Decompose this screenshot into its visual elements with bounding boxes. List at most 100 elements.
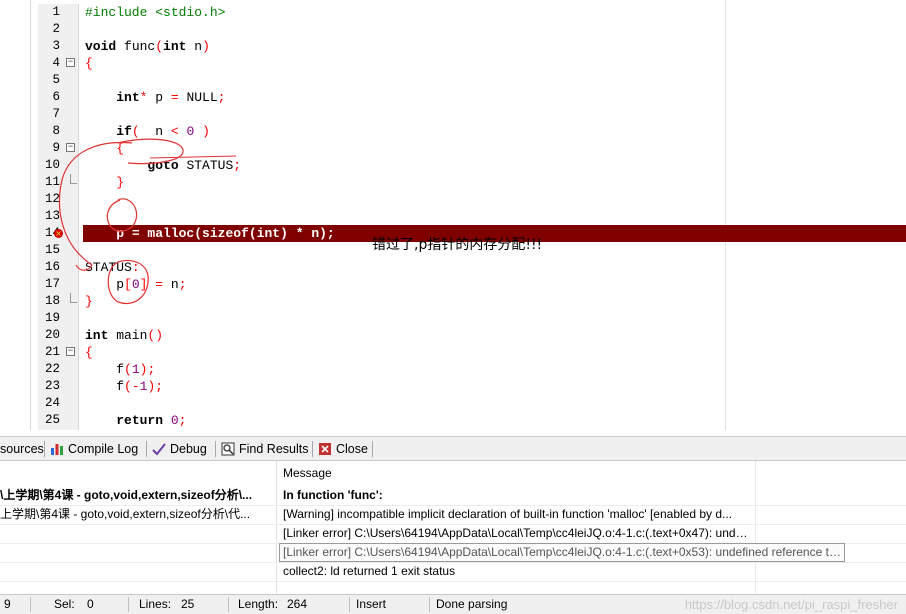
compiler-message-panel[interactable]: Message \上学期\第4课 - goto,void,extern,size… [0, 460, 906, 594]
code-line[interactable]: 5 [38, 72, 906, 89]
code-token: main [108, 328, 148, 343]
code-line[interactable]: 25 return 0; [38, 412, 906, 429]
code-line[interactable]: 19 [38, 310, 906, 327]
code-line[interactable]: 23 f(-1); [38, 378, 906, 395]
code-token: 1 [131, 362, 140, 377]
tab-resources[interactable]: sources [0, 440, 44, 459]
code-token: int [163, 39, 187, 54]
code-token: ; [178, 277, 187, 292]
line-number: 24 [44, 396, 60, 410]
message-row[interactable]: [Linker error] C:\Users\64194\AppData\Lo… [0, 524, 906, 544]
line-number: 25 [44, 413, 60, 427]
code-token: ; [217, 90, 226, 105]
message-text: In function 'func': [283, 488, 383, 502]
code-token: f [85, 362, 125, 377]
code-token: { [116, 141, 125, 156]
error-marker-icon[interactable]: × [54, 229, 63, 238]
code-line[interactable]: 21− { [38, 344, 906, 361]
code-line[interactable]: 4− { [38, 55, 906, 72]
code-text: f(-1); [85, 378, 163, 395]
code-line[interactable]: 20 int main() [38, 327, 906, 344]
line-number: 1 [52, 5, 60, 19]
bottom-tab-bar: sources Compile Log Debug Find Results C… [0, 436, 906, 461]
code-line[interactable]: 24 [38, 395, 906, 412]
code-text: return 0; [85, 412, 186, 429]
code-line[interactable]: 16 STATUS: [38, 259, 906, 276]
code-token: return [116, 413, 164, 428]
message-row[interactable]: 上学期\第4课 - goto,void,extern,sizeof分析\代...… [0, 505, 906, 525]
close-icon [319, 443, 331, 455]
message-file: \上学期\第4课 - goto,void,extern,sizeof分析\... [0, 488, 253, 502]
tab-divider [312, 441, 313, 457]
code-line[interactable]: 9− { [38, 140, 906, 157]
code-line[interactable]: 3 void func(int n) [38, 38, 906, 55]
code-token: () [147, 328, 164, 343]
status-divider [429, 597, 430, 612]
code-token: [ [124, 277, 132, 292]
code-line[interactable]: 11 } [38, 174, 906, 191]
code-token: ) [202, 124, 210, 139]
message-row-selected[interactable]: [Linker error] C:\Users\64194\AppData\Lo… [0, 543, 906, 563]
fold-collapse-icon[interactable]: − [66, 347, 75, 356]
code-line[interactable]: 1 #include <stdio.h> [38, 4, 906, 21]
code-line[interactable]: 17 p[0] = n; [38, 276, 906, 293]
code-line[interactable]: 7 [38, 106, 906, 123]
code-token: { [85, 56, 93, 71]
status-parse-state: Done parsing [436, 597, 508, 611]
status-bar: 9 Sel: 0 Lines: 25 Length: 264 Insert Do… [0, 594, 906, 614]
line-number: 2 [52, 22, 60, 36]
message-row[interactable]: collect2: ld returned 1 exit status [0, 562, 906, 582]
code-line[interactable]: 12 [38, 191, 906, 208]
find-icon [221, 442, 235, 456]
code-token: ) [202, 39, 210, 54]
line-number: 5 [52, 73, 60, 87]
code-line[interactable]: 2 [38, 21, 906, 38]
tab-close[interactable]: Close [318, 440, 368, 459]
line-number: 15 [44, 243, 60, 257]
tab-divider [372, 441, 373, 457]
code-editor[interactable]: 1 #include <stdio.h> 2 3 void func(int n) 4−{… [0, 0, 906, 430]
code-token: } [116, 175, 125, 190]
code-token: goto [147, 158, 179, 173]
status-sel-label: Sel: [54, 597, 75, 611]
chart-icon [51, 444, 63, 455]
code-line[interactable]: 6 int* p = NULL; [38, 89, 906, 106]
code-text: goto STATUS; [85, 157, 241, 174]
code-token: malloc [139, 226, 195, 241]
code-line[interactable]: 18} [38, 293, 906, 310]
code-text: } [85, 293, 93, 310]
tab-compile-log[interactable]: Compile Log [50, 440, 138, 459]
tab-debug[interactable]: Debug [152, 440, 207, 459]
message-text: [Linker error] C:\Users\64194\AppData\Lo… [279, 543, 845, 562]
message-text: [Linker error] C:\Users\64194\AppData\Lo… [283, 526, 753, 540]
code-token: if [116, 124, 132, 139]
status-length-label: Length: [238, 597, 279, 611]
code-token: * [295, 226, 304, 241]
code-line[interactable]: 8 if( n < 0 ) [38, 123, 906, 140]
code-line[interactable]: 13 [38, 208, 906, 225]
check-icon [152, 443, 166, 456]
watermark-text: https://blog.csdn.net/pi_raspi_fresher [684, 597, 898, 612]
code-line[interactable]: 22 f(1); [38, 361, 906, 378]
line-number: 23 [44, 379, 60, 393]
code-text: STATUS: [85, 259, 140, 276]
message-column-header[interactable]: Message [283, 466, 332, 480]
message-text: collect2: ld returned 1 exit status [283, 564, 456, 578]
code-token: #include <stdio.h> [85, 5, 226, 20]
code-text: void func(int n) [85, 38, 210, 55]
code-token: ; [178, 413, 187, 428]
code-line[interactable]: 10 goto STATUS; [38, 157, 906, 174]
code-text: int main() [85, 327, 163, 344]
code-token: 0 [131, 277, 140, 292]
tab-compile-log-label: Compile Log [68, 442, 139, 456]
fold-collapse-icon[interactable]: − [66, 143, 75, 152]
code-token: n [186, 39, 203, 54]
tab-find-results[interactable]: Find Results [221, 440, 308, 459]
message-row[interactable]: \上学期\第4课 - goto,void,extern,sizeof分析\...… [0, 486, 906, 506]
tab-resources-label: sources [0, 442, 44, 456]
fold-collapse-icon[interactable]: − [66, 58, 75, 67]
